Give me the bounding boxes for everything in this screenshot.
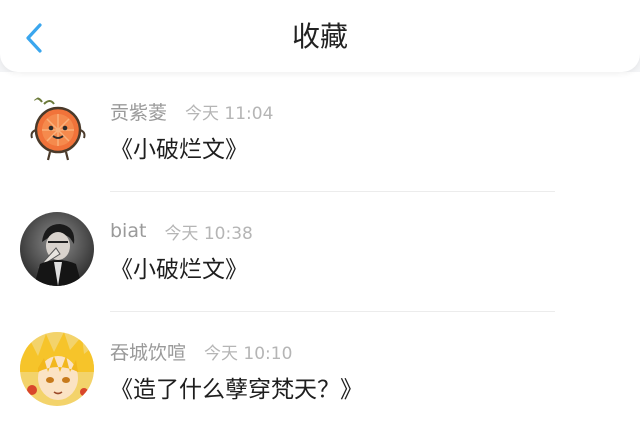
blonde-anime-avatar-icon — [20, 332, 94, 406]
list-item[interactable]: 贡紫菱 今天 11:04 《小破烂文》 — [0, 72, 640, 192]
user-name[interactable]: 贡紫菱 — [110, 98, 167, 125]
timestamp: 今天 10:38 — [164, 223, 253, 244]
avatar[interactable] — [20, 212, 94, 286]
message-text: 《造了什么孽穿梵天？》 — [110, 377, 363, 403]
orange-cartoon-avatar-icon — [20, 92, 94, 166]
favorites-list: 贡紫菱 今天 11:04 《小破烂文》 biat 今天 10:38 《小破烂文》… — [0, 72, 640, 435]
message-text: 《小破烂文》 — [110, 257, 248, 283]
list-item[interactable]: 吞城饮喧 今天 10:10 《造了什么孽穿梵天？》 — [0, 312, 640, 432]
user-name[interactable]: 吞城饮喧 — [110, 338, 186, 365]
message-text: 《小破烂文》 — [110, 137, 248, 163]
favorites-screen: 收藏 贡紫菱 今天 11:04 《小破烂文》 biat 今天 10:38 《小破… — [0, 0, 640, 435]
item-meta: 吞城饮喧 今天 10:10 — [110, 338, 292, 364]
timestamp: 今天 11:04 — [185, 103, 274, 124]
timestamp: 今天 10:10 — [204, 343, 293, 364]
avatar[interactable] — [20, 332, 94, 406]
avatar[interactable] — [20, 92, 94, 166]
item-meta: biat 今天 10:38 — [110, 218, 253, 244]
header-bar: 收藏 — [0, 0, 640, 72]
user-name[interactable]: biat — [110, 220, 146, 242]
page-title: 收藏 — [291, 20, 348, 53]
list-item[interactable]: biat 今天 10:38 《小破烂文》 — [0, 192, 640, 312]
dark-portrait-avatar-icon — [20, 212, 94, 286]
item-meta: 贡紫菱 今天 11:04 — [110, 98, 273, 124]
